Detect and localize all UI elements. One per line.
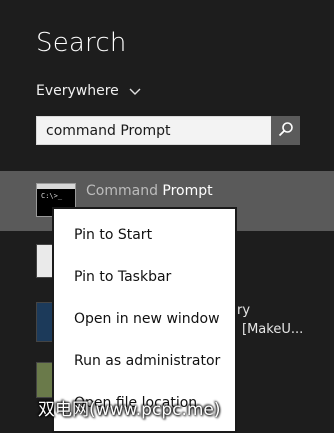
watermark: 双电网(www.pcpc.me) [38, 400, 221, 420]
result-title-prefix: Command [86, 183, 163, 199]
menu-item-open-new-window[interactable]: Open in new window [74, 311, 220, 327]
search-scope-label: Everywhere [36, 83, 119, 99]
search-box [36, 116, 300, 145]
search-result-title: Command Prompt [86, 183, 213, 199]
search-input[interactable] [37, 117, 271, 144]
result-partial-text: [MakeU... [242, 322, 304, 337]
menu-item-run-as-admin[interactable]: Run as administrator [74, 353, 220, 369]
menu-item-pin-to-taskbar[interactable]: Pin to Taskbar [74, 269, 171, 285]
menu-item-pin-to-start[interactable]: Pin to Start [74, 227, 152, 243]
search-icon [278, 121, 294, 141]
search-scope-dropdown[interactable]: Everywhere [36, 83, 141, 99]
result-partial-text: ry [237, 303, 251, 318]
search-button[interactable] [271, 116, 300, 145]
page-title: Search [36, 28, 127, 58]
result-title-match: Prompt [162, 183, 213, 199]
chevron-down-icon [129, 85, 141, 97]
